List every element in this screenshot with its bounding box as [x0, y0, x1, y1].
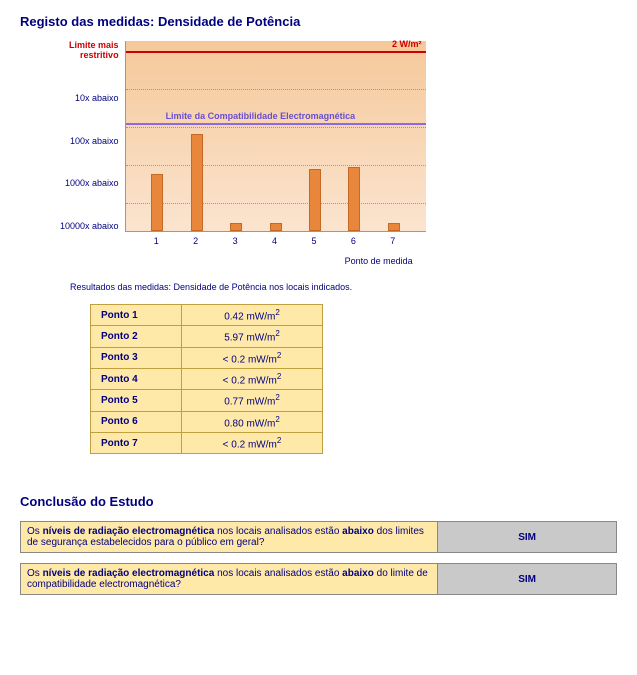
answer-1: SIM — [438, 522, 617, 553]
x-tick: 6 — [347, 236, 359, 246]
row-value: < 0.2 mW/m2 — [182, 347, 323, 368]
question-2: Os níveis de radiação electromagnética n… — [21, 564, 438, 595]
ylabel-1000x: 1000x abaixo — [65, 178, 119, 188]
chart-container: Limite maisrestritivo 10x abaixo 100x ab… — [60, 41, 617, 266]
bar-5 — [309, 169, 321, 231]
row-value: < 0.2 mW/m2 — [182, 368, 323, 389]
table-row: Ponto 10.42 mW/m2 — [91, 305, 323, 326]
bar-1 — [151, 174, 163, 231]
bar-3 — [230, 223, 242, 231]
table-row: Ponto 50.77 mW/m2 — [91, 390, 323, 411]
table-row: Ponto 7< 0.2 mW/m2 — [91, 432, 323, 453]
row-value: < 0.2 mW/m2 — [182, 432, 323, 453]
bar-7 — [388, 223, 400, 231]
chart-caption: Resultados das medidas: Densidade de Pot… — [70, 282, 617, 292]
question-1: Os níveis de radiação electromagnética n… — [21, 522, 438, 553]
table-row: Ponto 3< 0.2 mW/m2 — [91, 347, 323, 368]
table-row: Ponto 25.97 mW/m2 — [91, 326, 323, 347]
table-row: Ponto 60.80 mW/m2 — [91, 411, 323, 432]
row-label: Ponto 3 — [91, 347, 182, 368]
bar-6 — [348, 167, 360, 231]
bar-2 — [191, 134, 203, 231]
page-title: Registo das medidas: Densidade de Potênc… — [20, 14, 617, 29]
y-axis-labels: Limite maisrestritivo 10x abaixo 100x ab… — [60, 41, 125, 231]
bar-4 — [270, 223, 282, 231]
row-label: Ponto 6 — [91, 411, 182, 432]
x-tick: 1 — [150, 236, 162, 246]
conclusion-title: Conclusão do Estudo — [20, 494, 617, 509]
chart-plot: 2 W/m² Limite da Compatibilidade Electro… — [125, 41, 426, 232]
x-tick: 5 — [308, 236, 320, 246]
ylabel-10000x: 10000x abaixo — [60, 221, 119, 231]
x-tick: 3 — [229, 236, 241, 246]
row-value: 0.42 mW/m2 — [182, 305, 323, 326]
answer-2: SIM — [438, 564, 617, 595]
ylabel-10x: 10x abaixo — [75, 93, 119, 103]
row-label: Ponto 2 — [91, 326, 182, 347]
table-row: Ponto 4< 0.2 mW/m2 — [91, 368, 323, 389]
row-label: Ponto 5 — [91, 390, 182, 411]
row-value: 5.97 mW/m2 — [182, 326, 323, 347]
conclusion-row-1: Os níveis de radiação electromagnética n… — [20, 521, 617, 553]
x-axis-labels: 1 2 3 4 5 6 7 — [125, 232, 425, 246]
row-value: 0.77 mW/m2 — [182, 390, 323, 411]
x-tick: 2 — [190, 236, 202, 246]
row-value: 0.80 mW/m2 — [182, 411, 323, 432]
results-table: Ponto 10.42 mW/m2Ponto 25.97 mW/m2Ponto … — [90, 304, 323, 454]
row-label: Ponto 1 — [91, 305, 182, 326]
x-tick: 7 — [387, 236, 399, 246]
ylabel-limit: Limite maisrestritivo — [69, 41, 119, 61]
row-label: Ponto 7 — [91, 432, 182, 453]
ylabel-100x: 100x abaixo — [70, 136, 119, 146]
x-axis-title: Ponto de medida — [345, 256, 426, 266]
x-tick: 4 — [269, 236, 281, 246]
conclusion-row-2: Os níveis de radiação electromagnética n… — [20, 563, 617, 595]
row-label: Ponto 4 — [91, 368, 182, 389]
